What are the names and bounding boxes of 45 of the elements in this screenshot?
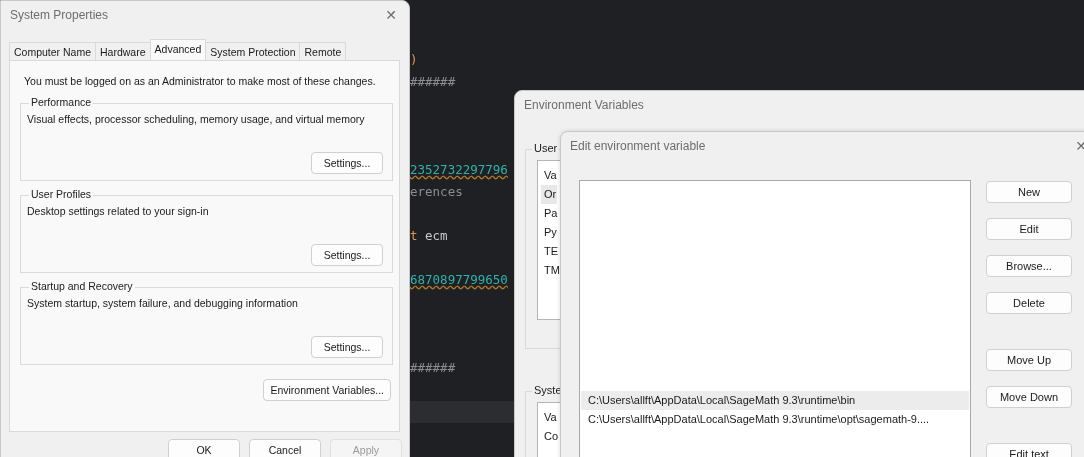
variable-row[interactable]: Pa: [541, 204, 559, 223]
column-header: Va: [544, 410, 557, 425]
path-entry[interactable]: C:\Users\allft\AppData\Local\SageMath 9.3\runtime\opt\sagemath-9....: [581, 410, 969, 429]
dialog-button[interactable]: Cancel: [249, 439, 321, 457]
action-button[interactable]: Browse...: [986, 255, 1072, 277]
window-title: Environment Variables: [524, 98, 644, 112]
code-line: 6870897799650: [410, 271, 508, 289]
variable-row[interactable]: Py: [541, 223, 558, 242]
tab[interactable]: Advanced: [149, 39, 207, 60]
code-line: ######: [410, 359, 456, 377]
environment-variables-button[interactable]: Environment Variables...: [263, 379, 391, 401]
tab[interactable]: Computer Name: [9, 42, 97, 60]
settings-button[interactable]: Settings...: [311, 336, 383, 358]
group-title: User Profiles: [29, 188, 94, 200]
group-title: User: [532, 142, 560, 154]
group-description: Visual effects, processor scheduling, memory usage, and virtual memory: [27, 113, 366, 125]
action-button[interactable]: Edit: [986, 218, 1072, 240]
path-entry[interactable]: C:\Users\allft\AppData\Local\SageMath 9.3\runtime\bin: [581, 391, 969, 410]
group-title: Performance: [29, 96, 94, 108]
group-description: System startup, system failure, and debugging information: [27, 297, 299, 309]
action-button[interactable]: Move Up: [986, 349, 1072, 371]
action-button[interactable]: New: [986, 181, 1072, 203]
variable-row[interactable]: TM: [541, 261, 561, 280]
variable-row[interactable]: Or: [541, 185, 558, 204]
window-title: System Properties: [10, 8, 109, 22]
settings-button[interactable]: Settings...: [311, 244, 383, 266]
variable-row[interactable]: Co: [541, 427, 560, 446]
notice-text: You must be logged on as an Administrator to make most of these changes.: [23, 75, 377, 87]
column-header: Va: [544, 168, 557, 183]
window-title: Edit environment variable: [570, 139, 706, 153]
group-title: Startup and Recovery: [29, 280, 135, 292]
code-line: ): [410, 51, 418, 69]
variable-row[interactable]: TE: [541, 242, 560, 261]
dialog-button[interactable]: OK: [168, 439, 240, 457]
code-line: 2352732297796: [410, 161, 508, 179]
code-line: erences: [410, 183, 463, 201]
tab[interactable]: Remote: [299, 42, 347, 60]
group-description: Desktop settings related to your sign-in: [27, 205, 210, 217]
action-button[interactable]: Move Down: [986, 386, 1072, 408]
action-button[interactable]: Delete: [986, 292, 1072, 314]
code-line: t ecm: [410, 227, 448, 245]
close-button[interactable]: ✕: [381, 7, 401, 23]
code-line: ######: [410, 73, 456, 91]
tab[interactable]: System Protection: [205, 42, 301, 60]
settings-button[interactable]: Settings...: [311, 152, 383, 174]
